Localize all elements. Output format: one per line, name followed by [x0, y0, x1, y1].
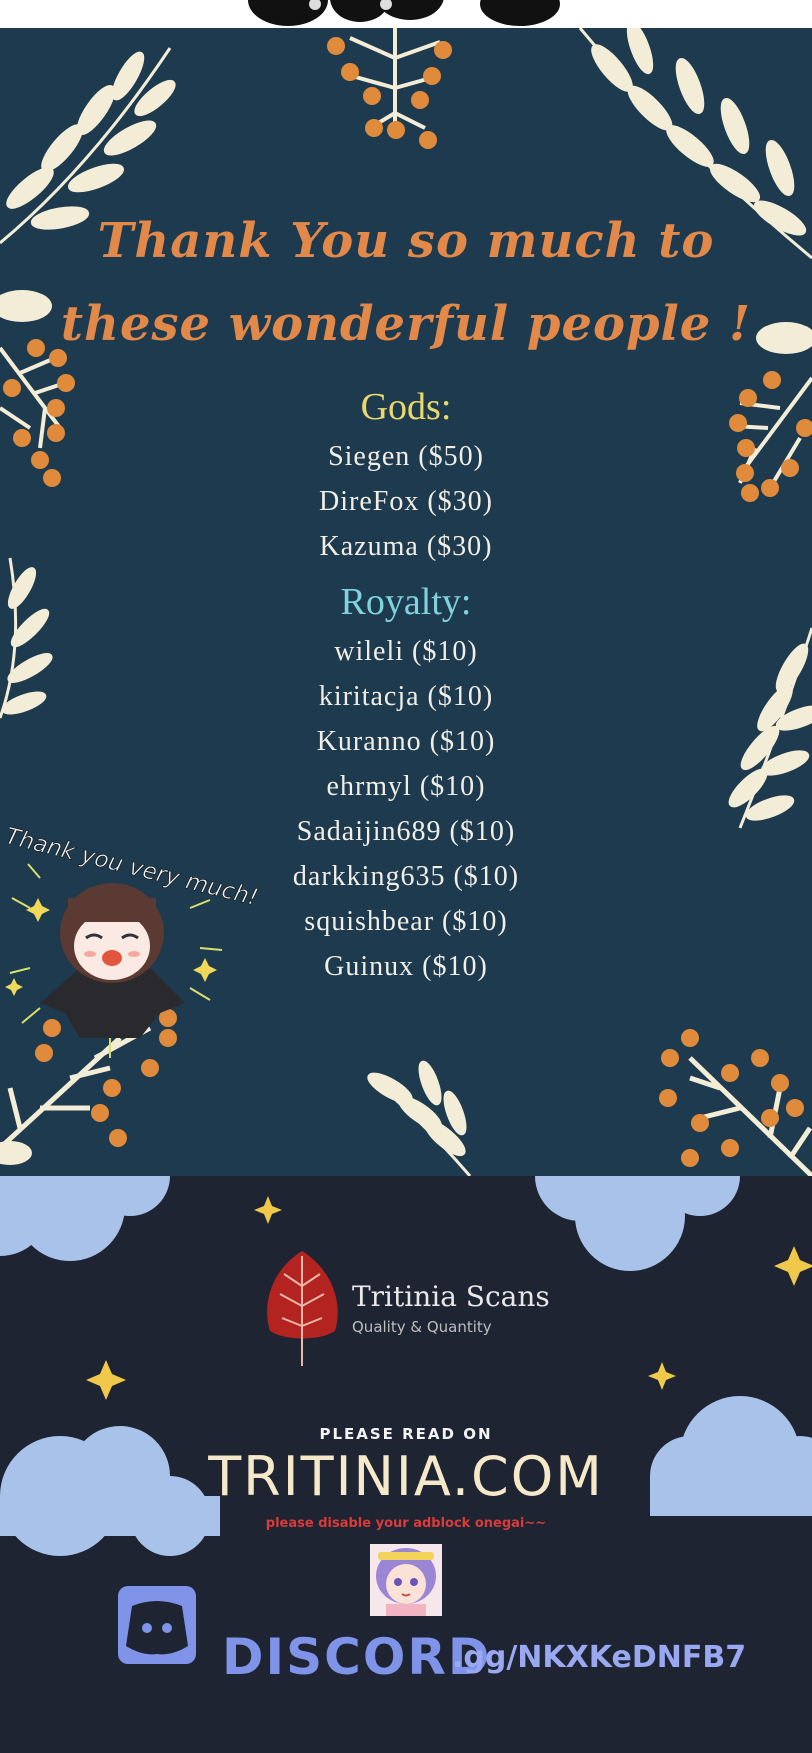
supporter-royalty-7: squishbear ($10) [304, 906, 508, 937]
supporter-royalty-5: Sadaijin689 ($10) [296, 816, 516, 847]
supporter-royalty-4: ehrmyl ($10) [326, 771, 486, 802]
read-on-label: PLEASE READ ON [319, 1425, 493, 1443]
berry-branch-bottom-right-icon [659, 1029, 812, 1176]
cropped-character-illustration [248, 0, 560, 26]
cloud-top-left-icon [0, 1176, 170, 1261]
tritinia-leaf-logo-icon [267, 1251, 338, 1366]
cloud-top-right-icon [535, 1176, 740, 1271]
fern-bottom-center-icon [367, 1060, 472, 1176]
adblock-note: please disable your adblock onegai~~ [265, 1516, 547, 1531]
supporter-royalty-1: wileli ($10) [334, 636, 478, 667]
site-link[interactable]: TRITINIA.COM [0, 1445, 812, 1508]
thank-you-headline-line2: these wonderful people ! [60, 296, 752, 352]
brand-name: Tritinia Scans [352, 1280, 550, 1313]
anime-girl-avatar-icon [376, 1548, 436, 1616]
supporter-gods-1: Siegen ($50) [328, 441, 484, 472]
thank-you-headline-line1: Thank You so much to [97, 213, 715, 269]
supporter-gods-3: Kazuma ($30) [319, 531, 493, 562]
discord-wordmark[interactable]: DISCORD [222, 1628, 491, 1686]
avatar [370, 1544, 442, 1616]
brand-tagline: Quality & Quantity [352, 1318, 492, 1336]
discord-invite-code[interactable]: .gg/NKXKeDNFB7 [452, 1640, 746, 1675]
top-strip [0, 0, 812, 30]
supporter-royalty-2: kiritacja ($10) [318, 681, 494, 712]
discord-logo-icon [118, 1586, 196, 1664]
tier-royalty-label: Royalty: [340, 581, 472, 623]
supporter-royalty-8: Guinux ($10) [324, 951, 488, 982]
supporter-gods-2: DireFox ($30) [319, 486, 493, 517]
supporter-royalty-3: Kuranno ($10) [316, 726, 496, 757]
thank-you-panel: Thank You so much to these wonderful peo… [0, 28, 812, 1176]
tier-gods-label: Gods: [360, 386, 452, 428]
